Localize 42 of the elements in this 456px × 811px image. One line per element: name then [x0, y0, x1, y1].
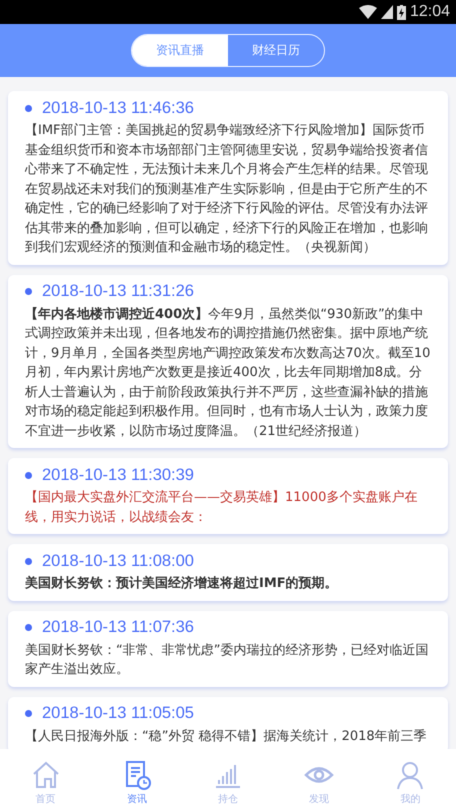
news-card[interactable]	[8, 91, 448, 264]
news-time: 2018-10-13 11:46:36	[42, 98, 194, 118]
signal-icon	[380, 5, 393, 19]
bullet-icon	[25, 710, 32, 717]
news-text: 美国财长努钦：“非常、非常忧虑”委内瑞拉的经济形势，已经对临近国家产生溢出效应。	[25, 642, 430, 679]
news-text: 美国财长努钦：预计美国经济增速将超过IMF的预期。	[25, 574, 339, 593]
nav-tab[interactable]: 我的	[364, 749, 456, 811]
news-card[interactable]: 2018-10-13 11:07:36 美国财长努钦：“非常、非常忧虑”委内瑞拉的经济形势，已经对临近国家产生溢出效应。	[8, 610, 448, 686]
news-time: 2018-10-13 11:31:26	[42, 282, 194, 301]
nav-label: 资讯	[126, 793, 147, 806]
bullet-icon	[25, 288, 32, 295]
news-time: 2018-10-13 11:08:00	[42, 552, 194, 570]
nav-label: 首页	[36, 793, 56, 806]
bullet-icon	[25, 104, 32, 112]
house-icon	[30, 760, 61, 790]
clock: 12:04	[410, 3, 450, 21]
battery-icon	[396, 4, 406, 20]
segment-tab[interactable]: 资讯直播	[132, 35, 228, 66]
nav-tab[interactable]: 持仓	[182, 749, 274, 811]
news-text: 【年内各地楼市调控近400次】今年9月，虽然类似“930新政”的集中式调控政策并未出现，但各地发布的调控措施仍然密集。据中原地产统计，9月单月，全国各类型房地产调控政策发布次数高达70次。截至10月初，年内累计房地产次数更是接近400次，比去年同期增加8成。分析人士普遍认为，由于前阶段政策执行并不严厉，这些查漏补缺的措施对市场的稳定能起到积极作用。但同时，也有市场人士认为，政策力度不宜进一步收紧，以防市场过度降温。（21世纪经济报道）	[25, 306, 432, 440]
nav-label: 发现	[309, 793, 330, 806]
news-text: 【IMF部门主管：美国挑起的贸易争端致经济下行风险增加】国际货币基金组织货币和资本市场部部门主管阿德里安说，贸易争端给投资者信心带来了不确定性，无法预计未来几个月将会产生怎样的结果。尽管现在贸易战还未对我们的预测基准产生实际影响，但是由于它所产生的不确定性，它的确已经影响了对于经济下行风险的评估。尽管没有办法评估其带来的叠加影响，但可以确定，经济下行的风险正在增加，也影响到我们宏观经济的预测值和金融市场的稳定性。（央视新闻）	[25, 122, 429, 257]
nav-tab[interactable]: 发现	[274, 749, 365, 811]
news-time: 2018-10-13 11:07:36	[42, 618, 194, 637]
person-icon	[395, 760, 426, 790]
nav-tab[interactable]: 资讯	[91, 749, 182, 811]
news-card[interactable]: 2018-10-13 11:30:39 【国内最大实盘外汇交流平台——交易英雄】11000多个实盘账户在线，用实力说话，以战绩会友：	[8, 458, 448, 534]
segment-tab[interactable]: 财经日历	[228, 35, 324, 66]
news-card[interactable]: 2018-10-13 11:08:00 美国财长努钦：预计美国经济增速将超过IMF的预期。	[8, 544, 448, 600]
nav-label: 持仓	[218, 792, 238, 806]
news-card[interactable]	[8, 274, 448, 448]
nav-tab[interactable]: 首页	[0, 749, 92, 811]
news-time: 2018-10-13 11:05:05	[42, 704, 194, 723]
wifi-icon	[358, 5, 377, 19]
bullet-icon	[25, 558, 32, 564]
bullet-icon	[25, 624, 32, 631]
nav-label: 我的	[400, 792, 420, 806]
news-text: 【人民日报海外版：“稳”外贸 稳得不错】据海关统计，2018年前三季	[25, 728, 428, 746]
bullet-icon	[25, 472, 32, 478]
news-text: 【国内最大实盘外汇交流平台——交易英雄】11000多个实盘账户在线，用实力说话，以战绩会友：	[25, 489, 418, 526]
news-card[interactable]: 2018-10-13 11:05:05 【人民日报海外版：“稳”外贸 稳得不错】据海关统计，2018年前三季	[8, 696, 448, 749]
news-time: 2018-10-13 11:30:39	[42, 466, 194, 484]
